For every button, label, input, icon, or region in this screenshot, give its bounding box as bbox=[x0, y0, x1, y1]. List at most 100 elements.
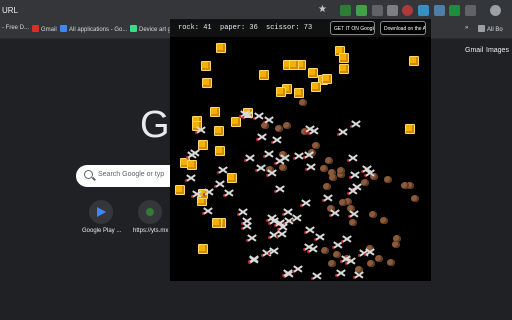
search-icon bbox=[84, 170, 93, 179]
scissor-piece bbox=[246, 233, 257, 243]
scissor-piece bbox=[302, 242, 314, 252]
scissor-handle bbox=[213, 185, 217, 189]
scissor-handle bbox=[339, 259, 343, 263]
scissor-piece bbox=[241, 110, 253, 120]
rock-piece bbox=[383, 176, 392, 184]
rock-piece bbox=[282, 122, 291, 129]
paper-piece bbox=[174, 184, 185, 195]
scissor-piece bbox=[255, 163, 266, 173]
bookmark-all-applications[interactable]: All applications - Go... bbox=[60, 25, 127, 33]
cube-extension-icon[interactable] bbox=[418, 5, 429, 16]
paper-piece bbox=[201, 78, 212, 89]
address-bar-text[interactable]: URL bbox=[2, 6, 18, 15]
shield-extension-icon[interactable] bbox=[340, 5, 351, 16]
puzzle-extension-icon[interactable] bbox=[434, 5, 445, 16]
gmail-link[interactable]: Gmail bbox=[465, 47, 483, 54]
paper-piece bbox=[227, 172, 238, 183]
scissor-piece bbox=[321, 193, 333, 203]
rock-piece bbox=[374, 255, 383, 263]
scissor-piece bbox=[271, 135, 282, 145]
app-store-button[interactable]: Download on the App Store bbox=[380, 21, 426, 35]
active-extension-icon[interactable] bbox=[402, 5, 413, 16]
rock-piece bbox=[327, 260, 336, 268]
green-extension-icon[interactable] bbox=[356, 5, 367, 16]
scissor-handle bbox=[273, 223, 277, 227]
scissor-piece bbox=[290, 213, 302, 223]
green-leaf-extension-icon[interactable] bbox=[449, 5, 460, 16]
all-bookmarks-folder[interactable]: All Bo bbox=[478, 25, 503, 33]
scissor-handle bbox=[262, 121, 266, 125]
scissor-handle bbox=[265, 173, 269, 177]
paper-piece bbox=[210, 107, 221, 117]
scissor-piece bbox=[348, 170, 360, 180]
scissor-handle bbox=[217, 171, 220, 174]
rock-piece bbox=[361, 178, 370, 186]
shortcut-google-play[interactable] bbox=[89, 200, 113, 224]
scissor-piece bbox=[217, 165, 228, 175]
bookmark-gmail[interactable]: Gmail bbox=[32, 25, 57, 33]
scissor-handle bbox=[304, 130, 308, 133]
puzzle-icon[interactable] bbox=[465, 5, 476, 16]
scissor-piece bbox=[299, 198, 311, 208]
scissor-handle bbox=[244, 158, 248, 162]
scissor-piece bbox=[195, 125, 206, 135]
rock-piece bbox=[400, 181, 409, 189]
scissor-handle bbox=[302, 247, 306, 251]
paper-piece bbox=[215, 145, 226, 156]
bookmark-item[interactable]: - Free D... bbox=[2, 25, 29, 31]
scissor-piece bbox=[304, 162, 316, 172]
search-box[interactable]: Search Google or typ bbox=[76, 165, 180, 187]
paper-piece bbox=[215, 43, 226, 54]
scissor-piece bbox=[247, 254, 259, 264]
download-extension-icon[interactable] bbox=[387, 5, 398, 16]
game-arena bbox=[170, 37, 431, 281]
paper-piece bbox=[307, 68, 318, 79]
scissor-handle bbox=[262, 154, 266, 158]
bookmark-device-art[interactable]: Device art g bbox=[130, 25, 171, 33]
game-hud: rock: 41 paper: 36 scissor: 73 GET IT ON… bbox=[170, 19, 431, 37]
scissor-piece bbox=[265, 168, 277, 178]
paper-piece bbox=[404, 124, 415, 135]
rock-piece bbox=[275, 124, 284, 132]
shortcut-yts[interactable] bbox=[138, 200, 162, 224]
scissor-handle bbox=[361, 169, 365, 173]
scissor-handle bbox=[223, 194, 227, 198]
more-bookmarks-chevron-icon[interactable]: » bbox=[465, 25, 468, 31]
scissor-piece bbox=[347, 153, 358, 163]
scissor-piece bbox=[302, 150, 314, 160]
scissor-piece bbox=[253, 111, 264, 121]
profile-icon[interactable] bbox=[490, 5, 501, 16]
scissor-handle bbox=[241, 226, 245, 230]
scissor-piece bbox=[255, 132, 267, 142]
rock-piece bbox=[328, 174, 337, 182]
rock-piece bbox=[379, 216, 388, 224]
scissor-piece bbox=[363, 247, 375, 257]
scissor-piece bbox=[314, 232, 325, 242]
scissor-piece bbox=[184, 173, 196, 183]
scissor-piece bbox=[346, 186, 358, 196]
paper-piece bbox=[214, 125, 225, 136]
rock-piece bbox=[339, 199, 347, 207]
scissor-handle bbox=[347, 158, 351, 162]
scissor-handle bbox=[246, 238, 250, 242]
scissor-handle bbox=[341, 240, 345, 244]
images-link[interactable]: Images bbox=[486, 47, 509, 54]
scissor-piece bbox=[348, 209, 359, 219]
bookmark-label: Gmail bbox=[41, 27, 57, 33]
google-play-button[interactable]: GET IT ON Google Play bbox=[330, 21, 375, 35]
scissor-handle bbox=[241, 116, 245, 119]
scissor-piece bbox=[292, 264, 303, 274]
scissor-handle bbox=[184, 179, 188, 182]
scissor-handle bbox=[267, 251, 271, 255]
scissor-handle bbox=[255, 169, 259, 173]
game-popup[interactable]: rock: 41 paper: 36 scissor: 73 GET IT ON… bbox=[170, 19, 431, 281]
rock-piece bbox=[320, 164, 329, 172]
yts-icon bbox=[146, 208, 154, 216]
monitor-extension-icon[interactable] bbox=[372, 5, 383, 16]
scissor-handle bbox=[363, 174, 367, 177]
bookmark-label: All applications - Go... bbox=[69, 27, 128, 33]
scissor-handle bbox=[275, 235, 279, 239]
star-icon[interactable]: ★ bbox=[318, 4, 329, 15]
scissor-piece bbox=[292, 151, 304, 161]
rock-piece bbox=[368, 211, 377, 218]
